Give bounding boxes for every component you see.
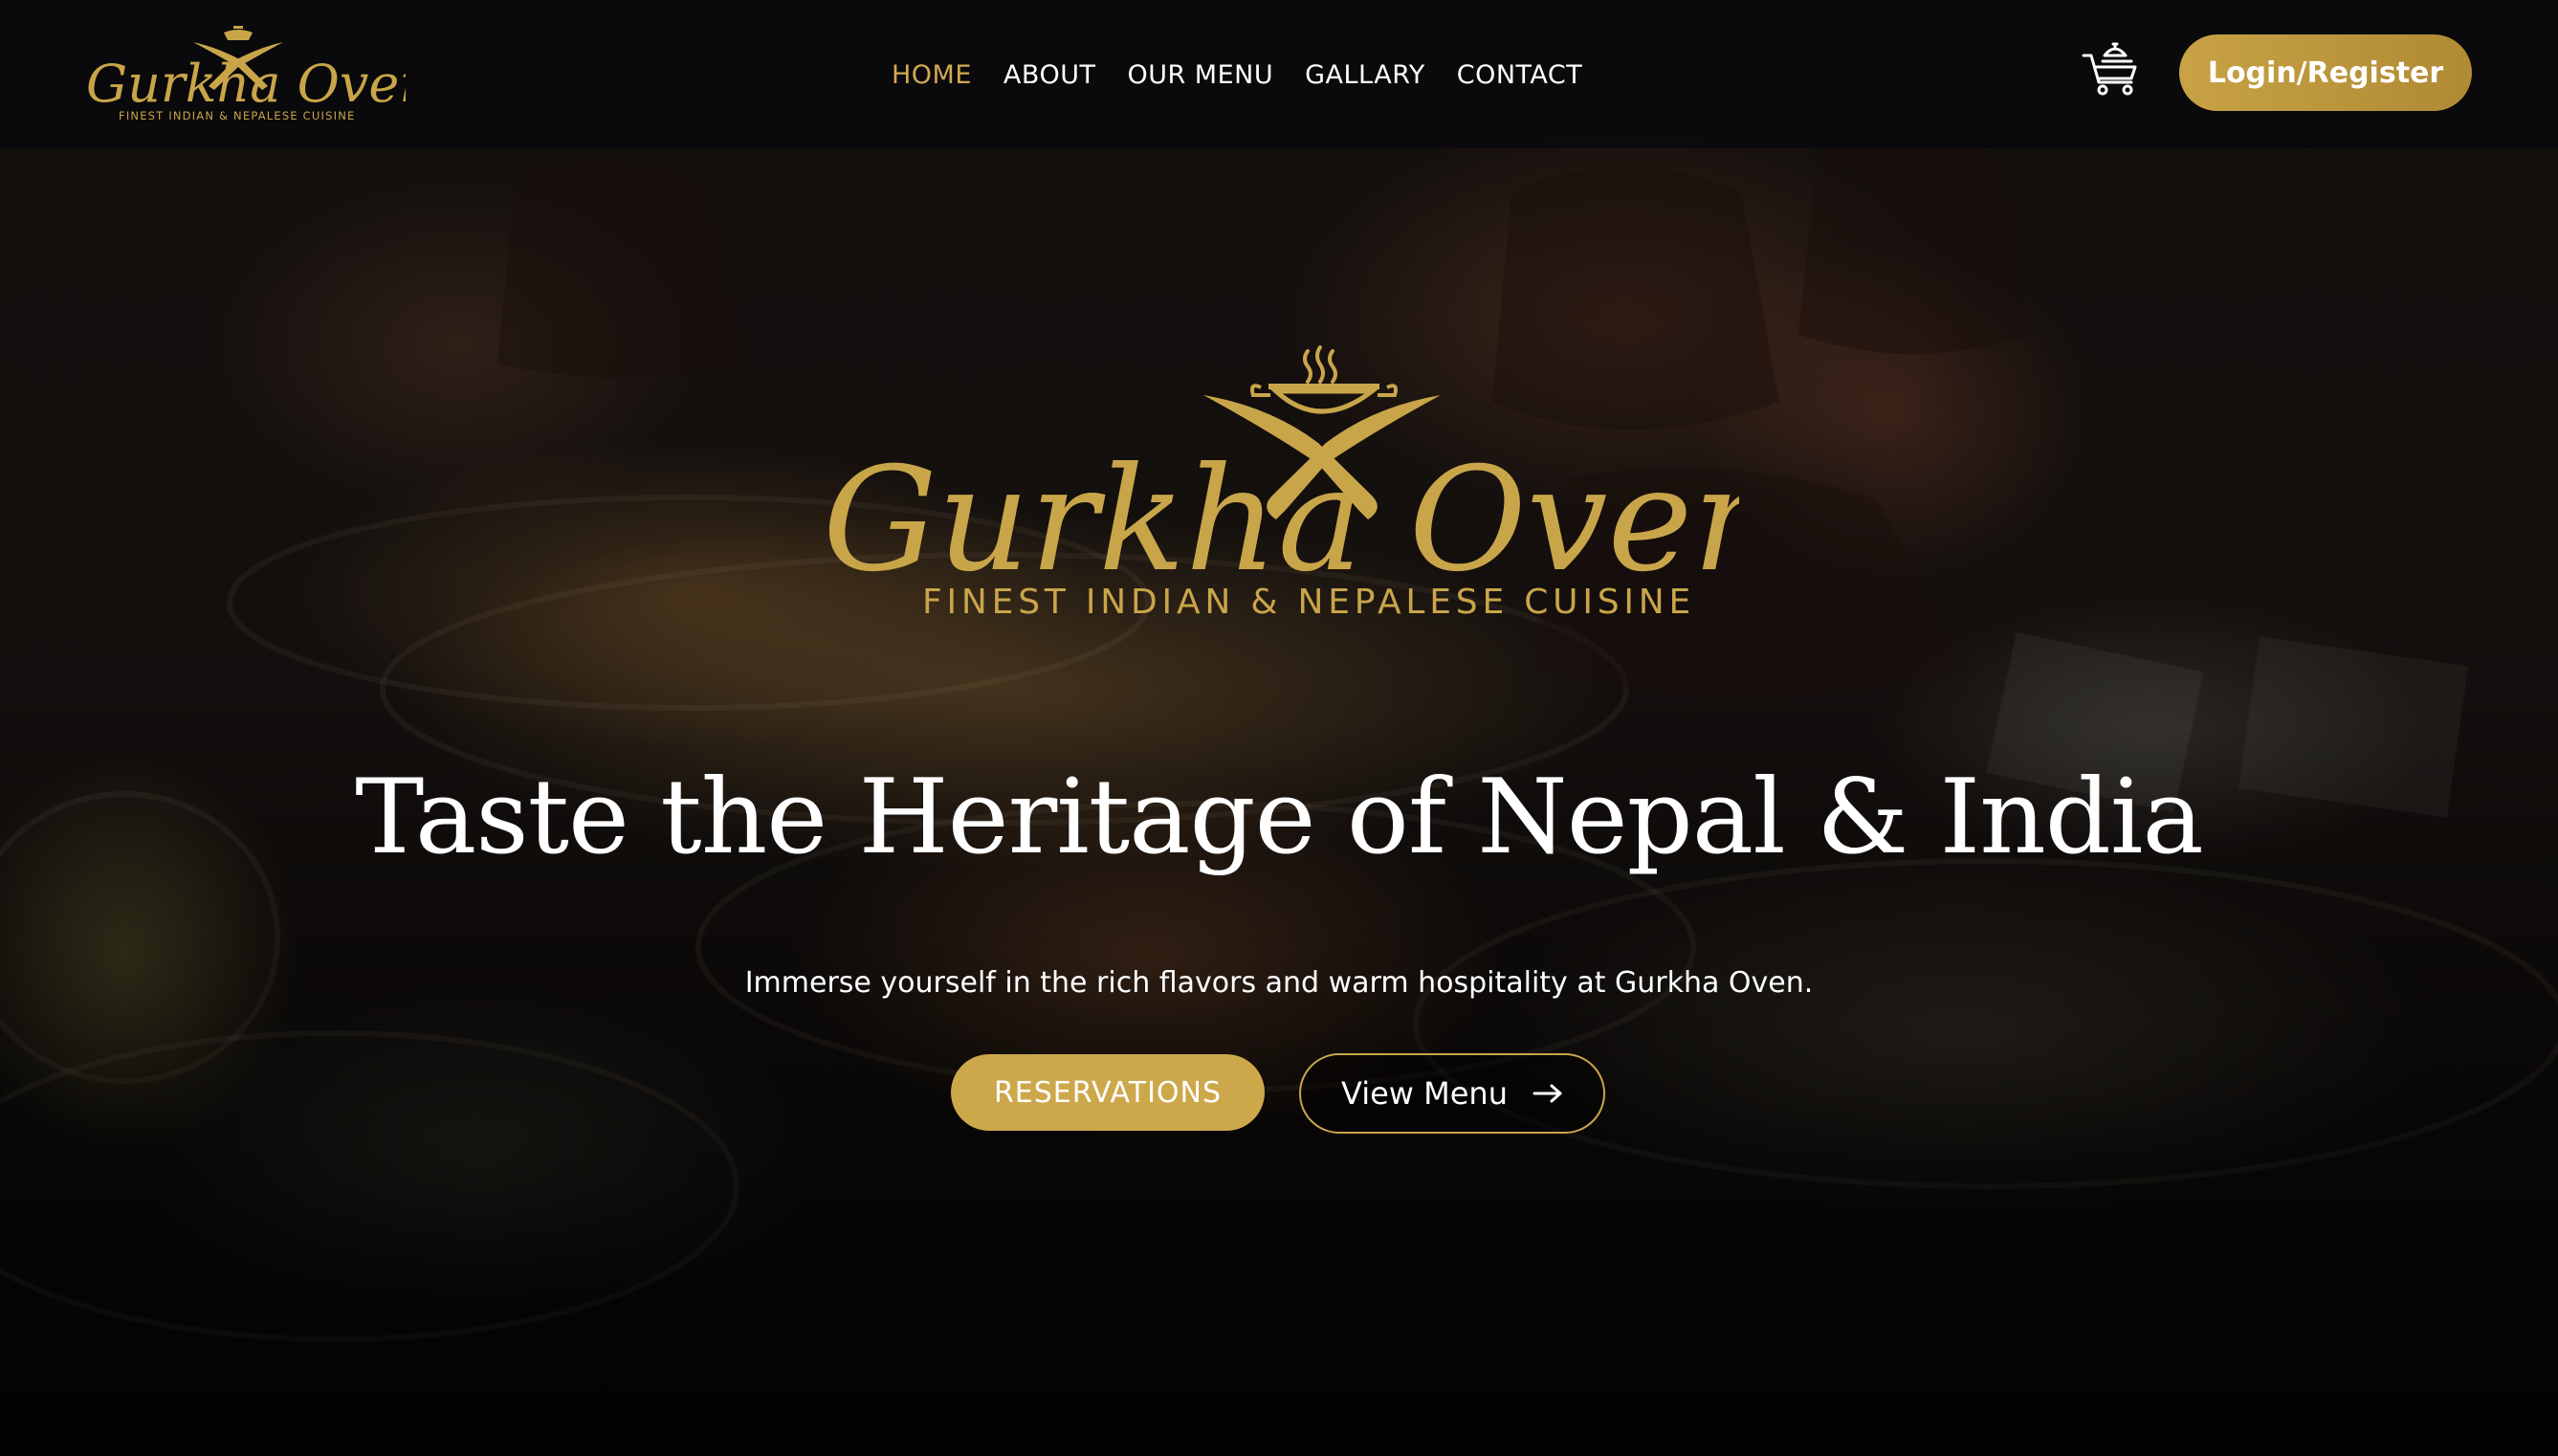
login-register-button[interactable]: Login/Register <box>2179 34 2472 111</box>
hero-logo-text: Gurkha Oven <box>823 437 1739 604</box>
view-menu-label: View Menu <box>1341 1075 1508 1112</box>
nav-item-about[interactable]: ABOUT <box>1003 60 1096 90</box>
hero-logo-tagline: FINEST INDIAN & NEPALESE CUISINE <box>922 583 1695 622</box>
nav-item-contact[interactable]: CONTACT <box>1457 60 1583 90</box>
main-nav-menu: HOME ABOUT OUR MENU GALLARY CONTACT <box>892 54 1614 96</box>
cart-icon <box>2082 42 2137 96</box>
nav-item-home[interactable]: HOME <box>892 60 972 90</box>
hero-overlay <box>0 0 2558 1456</box>
brand-logo-text: Gurkha Oven <box>86 54 406 114</box>
nav-item-our-menu[interactable]: OUR MENU <box>1127 60 1273 90</box>
brand-logo-tagline: FINEST INDIAN & NEPALESE CUISINE <box>119 109 355 122</box>
hero-title: Taste the Heritage of Nepal & India <box>355 758 2204 877</box>
hero-brand-logo: Gurkha Oven FINEST INDIAN & NEPALESE CUI… <box>823 345 1739 622</box>
cart-button[interactable] <box>2082 34 2141 98</box>
nav-item-gallary[interactable]: GALLARY <box>1305 60 1425 90</box>
brand-logo[interactable]: Gurkha Oven FINEST INDIAN & NEPALESE CUI… <box>80 23 406 124</box>
reservations-button[interactable]: RESERVATIONS <box>951 1054 1265 1131</box>
hero-subtitle: Immerse yourself in the rich flavors and… <box>744 966 1814 1000</box>
page: Gurkha Oven FINEST INDIAN & NEPALESE CUI… <box>0 0 2558 1456</box>
view-menu-button[interactable]: View Menu <box>1299 1053 1605 1134</box>
arrow-right-icon <box>1533 1084 1562 1103</box>
top-nav-bar: Gurkha Oven FINEST INDIAN & NEPALESE CUI… <box>0 0 2558 148</box>
